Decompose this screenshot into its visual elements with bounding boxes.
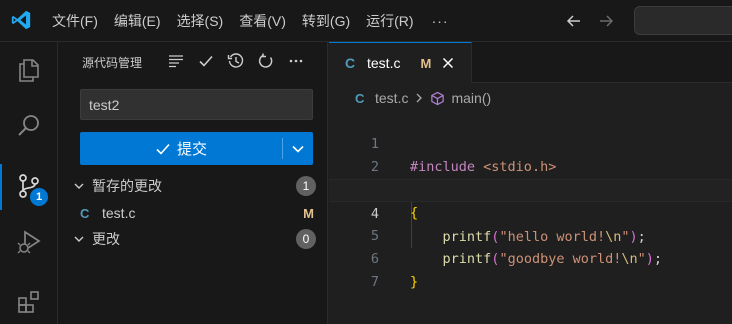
menu-run[interactable]: 运行(R) (358, 7, 421, 35)
scm-count-badge: 1 (30, 188, 48, 206)
ellipsis-icon (289, 59, 303, 63)
staged-changes-count: 1 (296, 176, 316, 196)
menu-edit[interactable]: 编辑(E) (106, 7, 169, 35)
code-line: 1 #include <stdio.h> (329, 110, 732, 175)
menu-file[interactable]: 文件(F) (44, 7, 106, 35)
panel-actions (166, 51, 306, 71)
title-bar: 文件(F) 编辑(E) 选择(S) 查看(V) 转到(G) 运行(R) ··· (0, 0, 732, 42)
list-icon (169, 55, 183, 68)
changes-group[interactable]: 更改 0 (70, 227, 320, 251)
staged-changes-group[interactable]: 暂存的更改 1 (70, 174, 320, 198)
chevron-down-icon (292, 145, 304, 153)
changes-label: 更改 (92, 231, 120, 247)
breadcrumb-symbol[interactable]: main() (451, 90, 491, 106)
menu-selection[interactable]: 选择(S) (169, 7, 232, 35)
c-file-icon: C (355, 90, 365, 106)
menu-more-button[interactable]: ··· (422, 13, 459, 29)
activity-bar: 1 (0, 42, 58, 324)
editor-tabs: C test.c M (329, 42, 732, 83)
source-control-panel: 源代码管理 test2 提交 暂存的更改 1 C test.c M 更改 0 (58, 42, 328, 324)
chevron-right-icon (417, 93, 423, 103)
chevron-down-icon (70, 180, 88, 192)
commit-button-label: 提交 (176, 141, 207, 158)
editor-area: C test.c M C test.c main() 1 #include <s… (329, 42, 732, 324)
activity-source-control[interactable]: 1 (0, 158, 58, 214)
run-debug-icon (17, 230, 41, 254)
tab-test-c[interactable]: C test.c M (329, 42, 472, 83)
panel-title: 源代码管理 (82, 56, 143, 70)
extensions-icon (18, 291, 39, 313)
staged-file-name: test.c (102, 205, 136, 221)
files-icon (19, 59, 39, 82)
code-line: 2 void main() (329, 133, 732, 198)
commit-dropdown-button[interactable] (283, 132, 313, 165)
arrow-left-icon[interactable] (566, 13, 582, 29)
menu-go[interactable]: 转到(G) (294, 7, 358, 35)
history-icon (227, 53, 244, 68)
chevron-down-icon (70, 233, 88, 245)
history-button[interactable] (226, 51, 246, 71)
code-line: 6 } (329, 225, 732, 290)
refresh-button[interactable] (256, 51, 276, 71)
commit-check-button[interactable] (196, 51, 216, 71)
tab-modified-badge: M (420, 55, 432, 71)
commit-button-group: 提交 (80, 132, 313, 165)
code-line: 7 (329, 248, 732, 290)
staged-file-item[interactable]: C test.c M (80, 202, 320, 224)
modified-status-badge: M (303, 205, 314, 221)
menu-view[interactable]: 查看(V) (231, 7, 294, 35)
arrow-right-icon[interactable] (598, 13, 614, 29)
refresh-icon (258, 53, 273, 68)
more-actions-button[interactable] (286, 51, 306, 71)
view-as-tree-button[interactable] (166, 51, 186, 71)
c-file-icon: C (345, 55, 356, 71)
code-line-current: 4 printf("hello world!\n"); (329, 179, 732, 245)
code-line: 5 printf("goodbye world!\n"); (329, 202, 732, 267)
tab-label: test.c (367, 55, 401, 71)
search-icon (18, 115, 39, 136)
activity-extensions[interactable] (0, 274, 58, 324)
commit-button[interactable]: 提交 (80, 132, 282, 165)
symbol-method-icon (431, 91, 445, 105)
breadcrumb-file[interactable]: test.c (375, 90, 408, 106)
activity-search[interactable] (0, 98, 58, 154)
commit-message-input[interactable] (80, 89, 313, 120)
breadcrumb: C test.c main() (355, 88, 491, 108)
command-center-search[interactable] (634, 6, 732, 35)
menu-bar: 文件(F) 编辑(E) 选择(S) 查看(V) 转到(G) 运行(R) ··· (44, 0, 459, 42)
check-icon (156, 143, 170, 155)
close-icon[interactable] (439, 54, 457, 72)
changes-count: 0 (296, 229, 316, 249)
staged-changes-label: 暂存的更改 (92, 178, 162, 194)
code-editor[interactable]: 1 #include <stdio.h> 2 void main() 3 { 4… (329, 110, 732, 290)
activity-explorer[interactable] (0, 42, 58, 98)
vscode-logo-icon (11, 10, 31, 30)
line-number: 7 (370, 274, 379, 290)
check-icon (199, 55, 213, 67)
activity-run-debug[interactable] (0, 214, 58, 270)
code-line: 3 { (329, 156, 732, 221)
c-file-icon: C (80, 205, 90, 221)
